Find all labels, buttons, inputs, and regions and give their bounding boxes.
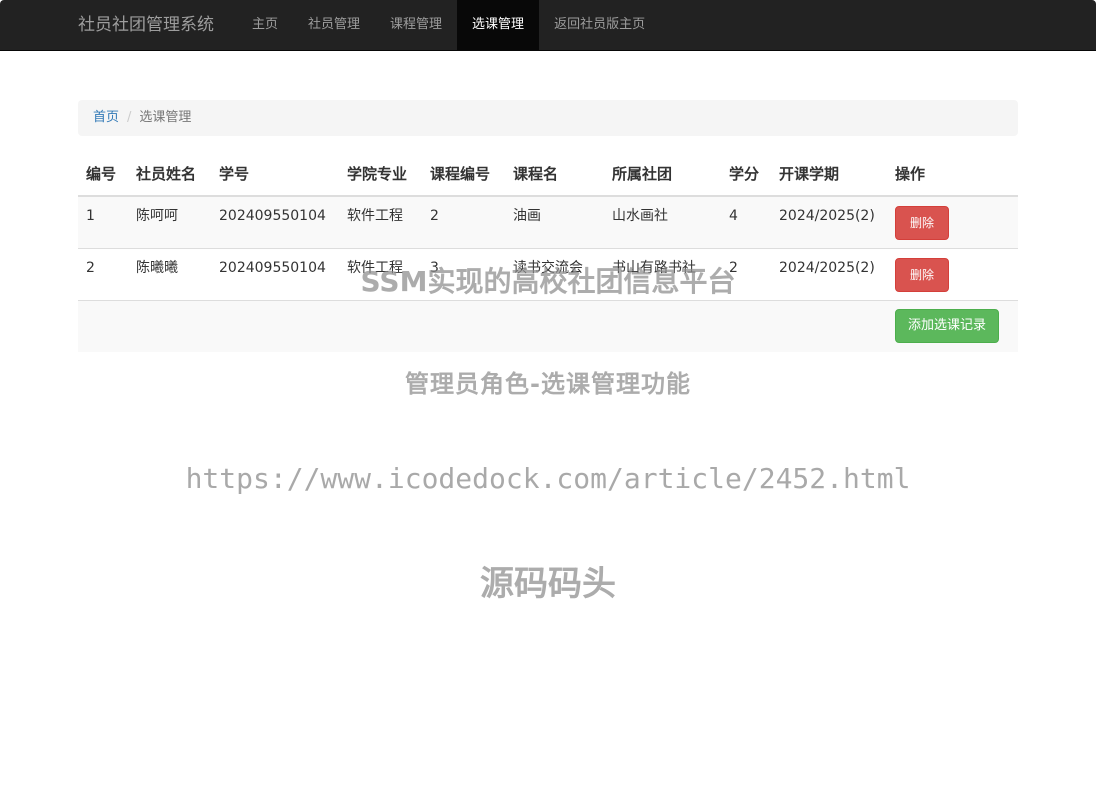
column-header-action: 操作 bbox=[887, 152, 1018, 197]
cell-course-name: 油画 bbox=[505, 196, 604, 249]
nav-item-course-management[interactable]: 课程管理 bbox=[375, 0, 457, 50]
delete-button[interactable]: 删除 bbox=[895, 206, 949, 240]
column-header-club: 所属社团 bbox=[604, 152, 721, 197]
add-record-row: 添加选课记录 bbox=[78, 300, 1018, 352]
cell-action: 删除 bbox=[887, 196, 1018, 249]
table-header-row: 编号 社员姓名 学号 学院专业 课程编号 课程名 所属社团 学分 开课学期 操作 bbox=[78, 152, 1018, 197]
breadcrumb: 首页 / 选课管理 bbox=[78, 100, 1018, 136]
column-header-id: 编号 bbox=[78, 152, 128, 197]
cell-member-name: 陈曦曦 bbox=[128, 248, 211, 301]
cell-term: 2024/2025(2) bbox=[771, 196, 887, 249]
cell-course-no: 2 bbox=[422, 196, 505, 249]
column-header-member-name: 社员姓名 bbox=[128, 152, 211, 197]
cell-credit: 2 bbox=[721, 248, 771, 301]
cell-id: 1 bbox=[78, 196, 128, 249]
app-brand[interactable]: 社员社团管理系统 bbox=[78, 0, 214, 50]
column-header-student-no: 学号 bbox=[211, 152, 339, 197]
breadcrumb-separator: / bbox=[127, 110, 132, 125]
cell-term: 2024/2025(2) bbox=[771, 248, 887, 301]
enrollment-table-container: 编号 社员姓名 学号 学院专业 课程编号 课程名 所属社团 学分 开课学期 操作… bbox=[78, 152, 1018, 352]
enrollment-table: 编号 社员姓名 学号 学院专业 课程编号 课程名 所属社团 学分 开课学期 操作… bbox=[78, 152, 1018, 352]
cell-club: 山水画社 bbox=[604, 196, 721, 249]
cell-course-name: 读书交流会 bbox=[505, 248, 604, 301]
cell-action: 删除 bbox=[887, 248, 1018, 301]
cell-id: 2 bbox=[78, 248, 128, 301]
delete-button[interactable]: 删除 bbox=[895, 258, 949, 292]
add-row-spacer bbox=[78, 300, 887, 352]
watermark-subtitle: 管理员角色-选课管理功能 bbox=[405, 370, 691, 398]
table-row: 2 陈曦曦 202409550104 软件工程 3 读书交流会 书山有路书社 2… bbox=[78, 248, 1018, 301]
watermark-brand: 源码码头 bbox=[480, 564, 616, 604]
top-navbar: 社员社团管理系统 主页 社员管理 课程管理 选课管理 返回社员版主页 bbox=[0, 0, 1096, 51]
nav-item-back-to-member-home[interactable]: 返回社员版主页 bbox=[539, 0, 660, 50]
column-header-major: 学院专业 bbox=[339, 152, 422, 197]
add-enrollment-record-button[interactable]: 添加选课记录 bbox=[895, 309, 1000, 343]
column-header-credit: 学分 bbox=[721, 152, 771, 197]
cell-credit: 4 bbox=[721, 196, 771, 249]
breadcrumb-current: 选课管理 bbox=[139, 110, 192, 125]
cell-member-name: 陈呵呵 bbox=[128, 196, 211, 249]
add-row-action-cell: 添加选课记录 bbox=[887, 300, 1018, 352]
cell-major: 软件工程 bbox=[339, 248, 422, 301]
cell-course-no: 3 bbox=[422, 248, 505, 301]
column-header-course-no: 课程编号 bbox=[422, 152, 505, 197]
nav-item-member-management[interactable]: 社员管理 bbox=[293, 0, 375, 50]
cell-student-no: 202409550104 bbox=[211, 248, 339, 301]
cell-club: 书山有路书社 bbox=[604, 248, 721, 301]
column-header-term: 开课学期 bbox=[771, 152, 887, 197]
table-row: 1 陈呵呵 202409550104 软件工程 2 油画 山水画社 4 2024… bbox=[78, 196, 1018, 249]
nav-item-enrollment-management[interactable]: 选课管理 bbox=[457, 0, 540, 50]
cell-major: 软件工程 bbox=[339, 196, 422, 249]
cell-student-no: 202409550104 bbox=[211, 196, 339, 249]
watermark-url: https://www.icodedock.com/article/2452.h… bbox=[185, 462, 911, 495]
main-nav: 主页 社员管理 课程管理 选课管理 返回社员版主页 bbox=[237, 0, 660, 50]
breadcrumb-home-link[interactable]: 首页 bbox=[93, 100, 119, 136]
nav-item-home[interactable]: 主页 bbox=[237, 0, 293, 50]
column-header-course-name: 课程名 bbox=[505, 152, 604, 197]
